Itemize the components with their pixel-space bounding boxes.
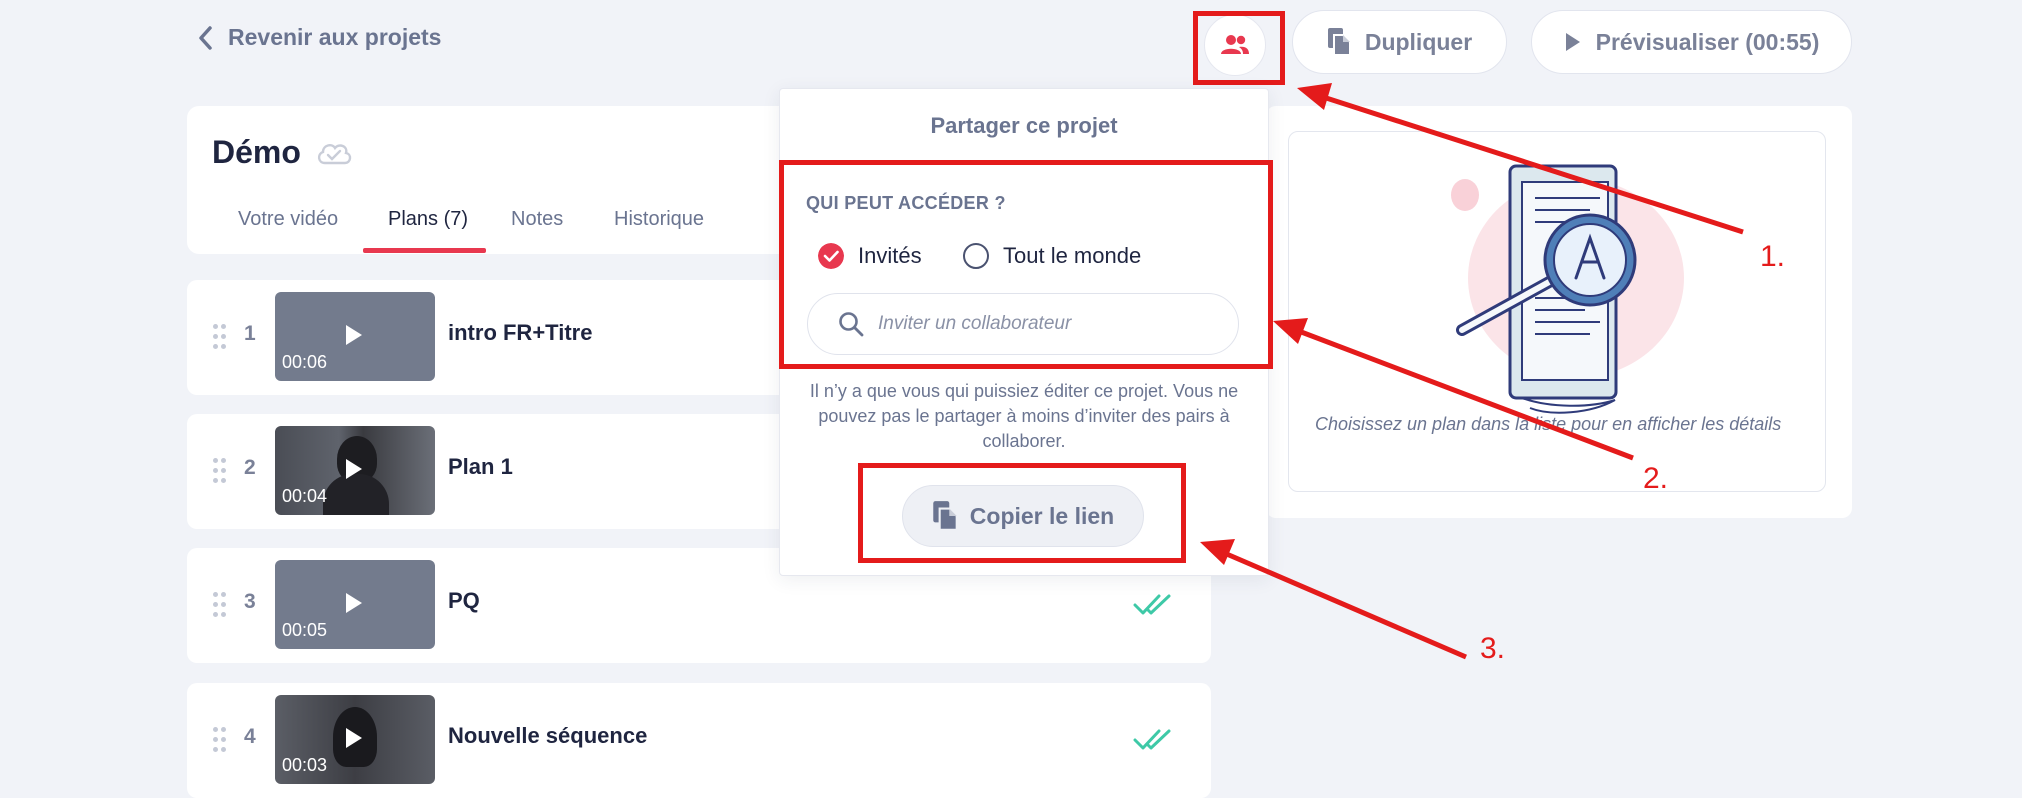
annotation-label-1: 1. xyxy=(1760,240,1786,273)
annotation-label-3: 3. xyxy=(1480,632,1506,665)
annotation-arrows xyxy=(1200,83,1744,660)
annotation-label-2: 2. xyxy=(1643,462,1669,495)
